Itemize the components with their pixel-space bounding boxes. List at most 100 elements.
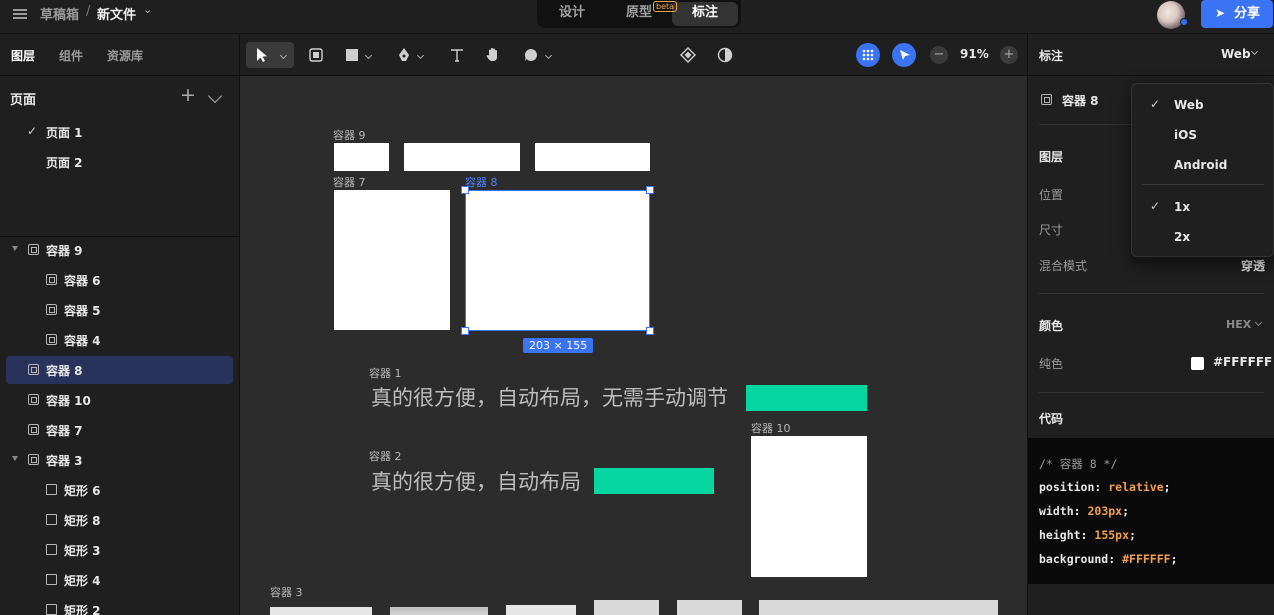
grid-apps-button[interactable] <box>856 43 880 67</box>
rectangle-tool-button[interactable] <box>342 42 378 68</box>
position-label: 位置 <box>1039 188 1064 202</box>
tab-design[interactable]: 设计 <box>537 2 607 26</box>
color-swatch[interactable] <box>1191 357 1204 370</box>
rect-3[interactable] <box>506 605 576 615</box>
layer-item[interactable]: 矩形 6 <box>6 476 233 504</box>
tab-assets[interactable]: 资源库 <box>107 47 143 64</box>
container-4[interactable] <box>535 143 650 171</box>
dropdown-item-web[interactable]: ✓ Web <box>1132 92 1273 118</box>
container-10[interactable] <box>751 436 867 577</box>
container-2-text[interactable]: 真的很方便，自动布局 <box>371 466 581 496</box>
pages-title: 页面 <box>10 93 37 108</box>
play-cursor-icon <box>900 50 910 60</box>
frame-label-container-9[interactable]: 容器 9 <box>333 127 366 143</box>
page-item-1[interactable]: ✓ 页面 1 <box>0 118 239 146</box>
frame-label-container-1[interactable]: 容器 1 <box>369 365 402 381</box>
color-format-select[interactable]: HEX <box>1226 318 1251 331</box>
container-2-teal-rect[interactable] <box>594 468 714 494</box>
container-1-text[interactable]: 真的很方便，自动布局，无需手动调节 <box>371 382 728 412</box>
tab-components[interactable]: 组件 <box>59 47 83 64</box>
resize-handle-bottom-left[interactable] <box>461 327 469 335</box>
frame-label-container-10[interactable]: 容器 10 <box>751 420 791 436</box>
tab-annotation[interactable]: 标注 <box>672 2 738 26</box>
code-block[interactable]: /* 容器 8 */ position: relative; width: 20… <box>1028 438 1274 584</box>
hamburger-menu-icon[interactable] <box>13 7 27 21</box>
tab-layers[interactable]: 图层 <box>11 47 35 64</box>
layer-item[interactable]: 矩形 2 <box>6 596 233 615</box>
rect-2[interactable] <box>677 600 742 615</box>
comment-tool-button[interactable] <box>520 42 556 68</box>
share-button[interactable]: ➤ 分享 <box>1201 0 1273 28</box>
platform-select[interactable]: Web <box>1221 47 1251 61</box>
layer-item[interactable]: 容器 9 <box>6 236 233 264</box>
rect-8[interactable] <box>390 607 488 615</box>
dropdown-item-android[interactable]: Android <box>1132 152 1273 178</box>
text-tool-button[interactable] <box>446 42 468 68</box>
layer-label: 容器 5 <box>64 304 101 318</box>
color-section-title: 颜色 <box>1039 319 1064 333</box>
layer-label: 容器 4 <box>64 334 101 348</box>
toolbar: − 91% + <box>240 34 1027 76</box>
collapse-pages-chevron-icon[interactable] <box>207 88 223 104</box>
add-page-plus-icon[interactable]: + <box>180 84 196 106</box>
expand-triangle-icon[interactable] <box>12 456 18 461</box>
layer-item[interactable]: 容器 4 <box>6 326 233 354</box>
expand-triangle-icon[interactable] <box>12 246 18 251</box>
dropdown-item-1x[interactable]: ✓ 1x <box>1132 194 1273 220</box>
breadcrumb-folder[interactable]: 草稿箱 <box>40 4 79 23</box>
solid-color-value[interactable]: #FFFFFF <box>1213 355 1272 369</box>
file-name[interactable]: 新文件 <box>97 4 136 23</box>
layer-item[interactable]: 容器 6 <box>6 266 233 294</box>
container-7[interactable] <box>334 190 450 330</box>
layer-label: 容器 3 <box>46 454 83 468</box>
resize-handle-bottom-right[interactable] <box>646 327 654 335</box>
mask-button[interactable] <box>714 42 736 68</box>
dropdown-item-ios[interactable]: iOS <box>1132 122 1273 148</box>
code-section-title: 代码 <box>1039 412 1064 426</box>
layer-item[interactable]: 容器 5 <box>6 296 233 324</box>
layer-label: 容器 7 <box>46 424 83 438</box>
layer-item[interactable]: 容器 10 <box>6 386 233 414</box>
canvas[interactable]: 容器 9 容器 7 容器 8 203 × 155 容器 1 真的很方便，自动布局… <box>240 76 1027 615</box>
rect-6[interactable] <box>270 607 372 615</box>
rect-4[interactable] <box>594 600 659 615</box>
zoom-level[interactable]: 91% <box>960 47 989 61</box>
chevron-down-icon[interactable] <box>1250 47 1259 56</box>
pen-tool-button[interactable] <box>394 42 430 68</box>
container-5[interactable] <box>404 143 520 171</box>
frame-icon <box>1041 94 1052 105</box>
zoom-in-button[interactable]: + <box>1000 46 1018 64</box>
rectangle-icon <box>46 484 57 495</box>
layer-item[interactable]: 容器 7 <box>6 416 233 444</box>
zoom-out-button[interactable]: − <box>930 46 948 64</box>
hand-tool-button[interactable] <box>482 42 504 68</box>
frame-label-container-2[interactable]: 容器 2 <box>369 448 402 464</box>
frame-label-container-3[interactable]: 容器 3 <box>270 584 303 600</box>
layer-item[interactable]: 矩形 4 <box>6 566 233 594</box>
layer-label: 容器 8 <box>46 364 83 378</box>
present-button[interactable] <box>892 43 916 67</box>
layer-item[interactable]: 矩形 3 <box>6 536 233 564</box>
contrast-icon <box>717 47 733 63</box>
rect-wide[interactable] <box>759 600 998 615</box>
layer-item[interactable]: 容器 3 <box>6 446 233 474</box>
chevron-down-icon[interactable] <box>1254 318 1263 327</box>
dropdown-item-2x[interactable]: 2x <box>1132 224 1273 250</box>
resize-handle-top-left[interactable] <box>461 186 469 194</box>
component-button[interactable] <box>678 42 700 68</box>
frame-label-container-8[interactable]: 容器 8 <box>465 174 498 190</box>
frame-label-container-7[interactable]: 容器 7 <box>333 174 366 190</box>
layer-item[interactable]: 矩形 8 <box>6 506 233 534</box>
file-menu-chevron-icon[interactable]: ⌄ <box>143 3 152 16</box>
container-6[interactable] <box>334 143 389 171</box>
layer-label: 矩形 6 <box>64 484 101 498</box>
resize-handle-top-right[interactable] <box>646 186 654 194</box>
blend-mode-value[interactable]: 穿透 <box>1241 257 1265 274</box>
layer-item[interactable]: 容器 8 <box>6 356 233 384</box>
code-value: relative <box>1108 480 1164 494</box>
page-item-2[interactable]: 页面 2 <box>0 148 239 176</box>
container-1-teal-rect[interactable] <box>746 385 867 411</box>
frame-tool-button[interactable] <box>306 42 328 68</box>
code-value: 203px <box>1087 504 1123 518</box>
move-tool-button[interactable] <box>246 42 294 68</box>
